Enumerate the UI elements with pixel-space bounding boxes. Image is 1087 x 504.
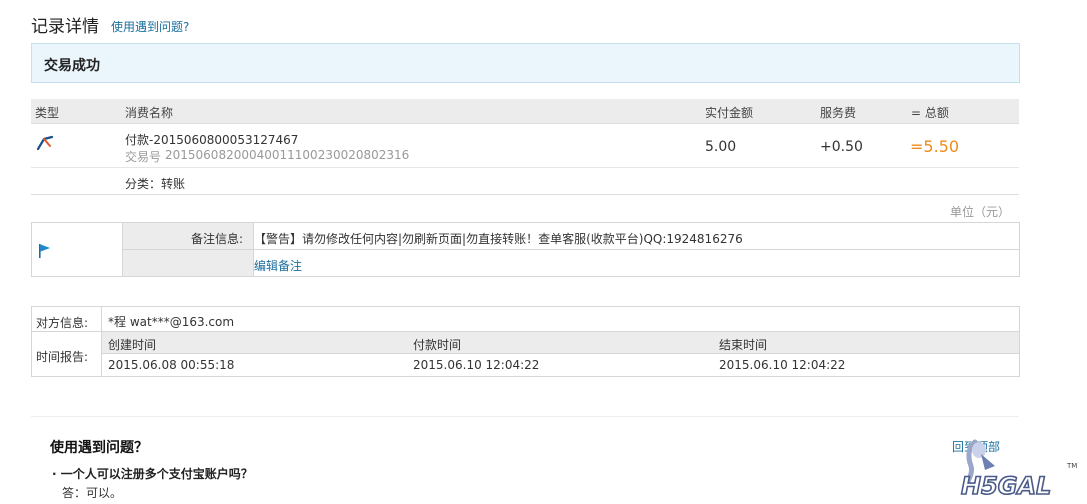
- memo-label-cell-empty: [123, 250, 254, 276]
- transfer-icon: [35, 134, 55, 155]
- amount-paid: 5.00: [705, 139, 737, 155]
- created-time: 2015.06.08 00:55:18: [108, 358, 235, 372]
- category-text: 分类：转账: [125, 177, 186, 191]
- memo-box: 备注信息: 【警告】请勿修改任何内容|勿刷新页面|勿直接转账！查单客服(收款平台…: [31, 222, 1020, 277]
- flag-icon[interactable]: [38, 243, 52, 262]
- memo-divider: [254, 249, 1019, 250]
- page-title: 记录详情: [31, 17, 99, 37]
- col-fee: 服务费: [820, 106, 857, 120]
- edit-memo-link[interactable]: 编辑备注: [254, 257, 302, 274]
- time-col-created: 创建时间: [108, 338, 157, 352]
- time-table-row: 2015.06.08 00:55:18 2015.06.10 12:04:22 …: [102, 354, 1019, 376]
- service-fee: +0.50: [820, 139, 863, 155]
- faq-answer: 答：可以。: [62, 486, 123, 500]
- time-report-label: 时间报告:: [36, 350, 89, 364]
- watermark-logo: H5GAL TM: [955, 436, 1080, 501]
- memo-label-cell: 备注信息:: [123, 223, 254, 250]
- transaction-row: 付款-2015060800053127467 交易号 2015060820004…: [31, 124, 1019, 168]
- help-link[interactable]: 使用遇到问题?: [111, 18, 189, 35]
- paid-time: 2015.06.10 12:04:22: [413, 358, 540, 372]
- time-col-finished: 结束时间: [719, 338, 768, 352]
- total-amount: =5.50: [910, 137, 960, 156]
- finished-time: 2015.06.10 12:04:22: [719, 358, 846, 372]
- watermark-text: H5GAL: [961, 472, 1051, 500]
- unit-label: 单位（元）: [949, 205, 1010, 219]
- trade-no-label: 交易号: [125, 150, 162, 164]
- watermark-tm: TM: [1066, 462, 1077, 470]
- transaction-name: 付款-2015060800053127467: [125, 133, 299, 147]
- section-divider: [31, 416, 1019, 417]
- counterparty-value: *程 wat***@163.com: [108, 315, 235, 329]
- time-table-header: 创建时间 付款时间 结束时间: [102, 332, 1019, 354]
- col-type: 类型: [35, 106, 60, 120]
- status-banner: 交易成功: [31, 43, 1020, 83]
- category-row: 分类：转账: [31, 168, 1019, 195]
- memo-flag-cell: [32, 223, 123, 276]
- trade-no: 20150608200040011100230020802316: [165, 148, 410, 162]
- col-amount: 实付金额: [705, 106, 754, 120]
- help-title: 使用遇到问题？: [50, 440, 148, 456]
- time-col-paid: 付款时间: [413, 338, 462, 352]
- counterparty-label-column: 对方信息: 时间报告:: [32, 307, 102, 376]
- transaction-table-header: 类型 消费名称 实付金额 服务费 = 总额: [31, 99, 1019, 124]
- memo-text: 【警告】请勿修改任何内容|勿刷新页面|勿直接转账！查单客服(收款平台)QQ:19…: [254, 232, 743, 246]
- faq-question[interactable]: · 一个人可以注册多个支付宝账户吗？: [52, 465, 253, 482]
- counterparty-label: 对方信息:: [36, 316, 89, 330]
- status-text: 交易成功: [44, 58, 100, 74]
- col-total: = 总额: [911, 106, 949, 120]
- col-name: 消费名称: [125, 106, 174, 120]
- counterparty-box: 对方信息: 时间报告: *程 wat***@163.com 创建时间 付款时间 …: [31, 306, 1020, 377]
- memo-label: 备注信息:: [190, 232, 243, 246]
